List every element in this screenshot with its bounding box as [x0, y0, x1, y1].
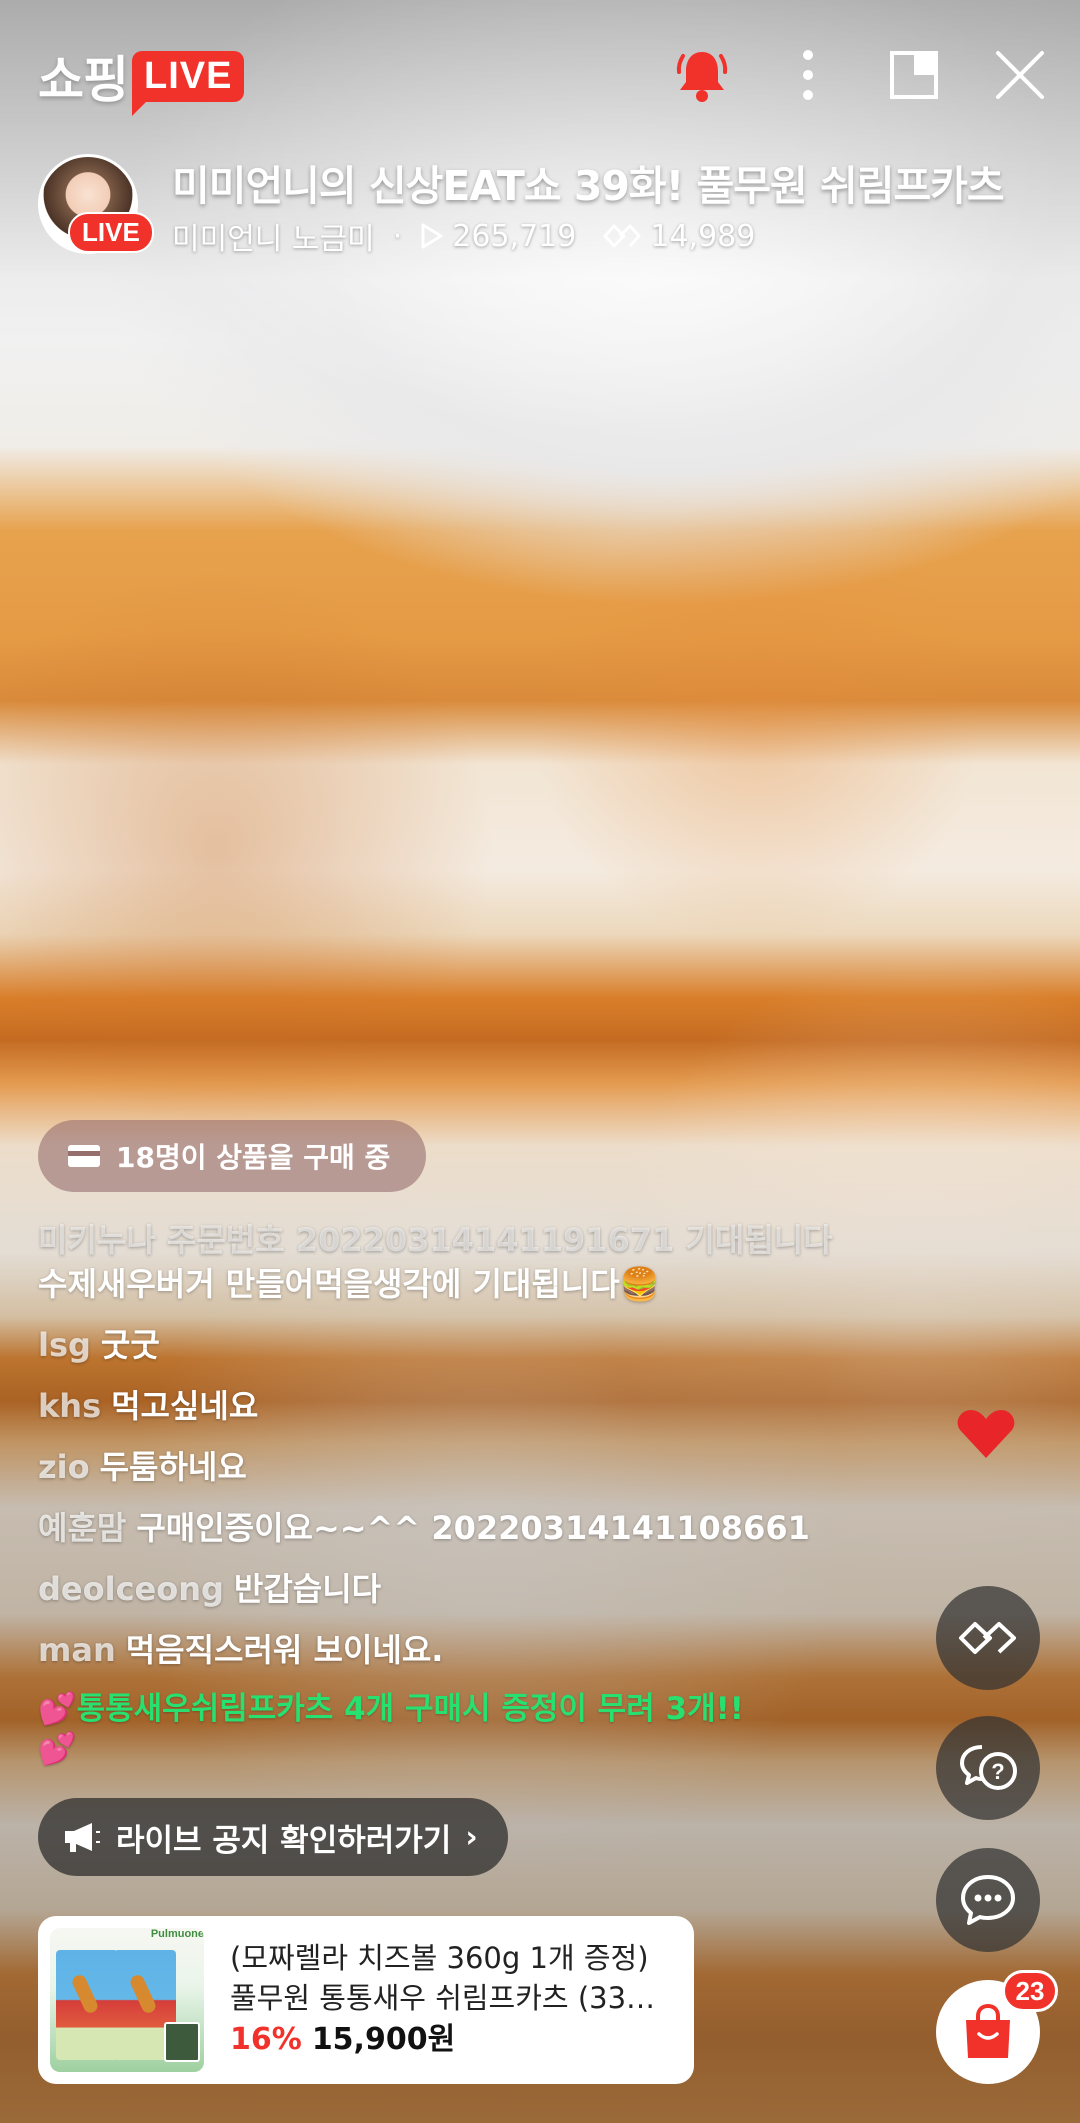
- shopping-live-logo: 쇼핑 LIVE: [38, 40, 245, 116]
- heart-icon: [956, 1408, 1016, 1464]
- meta-separator: ·: [392, 218, 403, 254]
- chat-user: zio: [38, 1448, 90, 1486]
- chat-message: 수제새우버거 만들어먹을생각에 기대됩니다🍔: [38, 1262, 918, 1306]
- buying-now-text: 18명이 상품을 구매 중: [116, 1141, 391, 1174]
- shopping-bag-icon: [966, 2004, 1010, 2058]
- avatar-live-badge: LIVE: [68, 212, 154, 253]
- logo-live-badge: LIVE: [132, 50, 245, 116]
- chat-message: zio 두툼하네요: [38, 1445, 918, 1489]
- chat-message: khs 먹고싶네요: [38, 1384, 918, 1428]
- close-icon[interactable]: [990, 42, 1050, 108]
- chat-text: 먹음직스러워 보이네요.: [125, 1631, 444, 1669]
- chat-message: man 먹음직스러워 보이네요.: [38, 1628, 918, 1672]
- chat-text: 구매인증이요~~^^ 20220314141108661: [136, 1509, 810, 1547]
- broadcast-meta: 미미언니 노금미 · 265,719 14,989: [172, 214, 781, 258]
- bonus-item-image: [164, 2022, 200, 2062]
- picture-in-picture-icon[interactable]: [884, 42, 944, 108]
- discount-rate: 16%: [230, 2022, 302, 2057]
- cart-count-badge: 23: [1002, 1970, 1058, 2012]
- chevron-right-icon: ›: [465, 1819, 478, 1855]
- price-row: 16% 15,900원: [230, 2018, 655, 2062]
- product-thumbnail: Pulmuone: [50, 1928, 204, 2072]
- like-hands-icon: [959, 1622, 1016, 1654]
- live-chat: 미키누나 주문번호 20220314141191671 기대됩니다 수제새우버거…: [38, 1218, 918, 1769]
- megaphone-icon: [65, 1823, 100, 1852]
- like-count: 14,989: [602, 219, 755, 254]
- more-vertical-icon[interactable]: [778, 42, 838, 108]
- view-count-value: 265,719: [452, 218, 577, 254]
- chat-text: 먹고싶네요: [111, 1387, 259, 1425]
- chat-text: 수제새우버거 만들어먹을생각에 기대됩니다🍔: [38, 1265, 660, 1303]
- top-actions: [626, 42, 1050, 108]
- product-info: (모짜렐라 치즈볼 360g 1개 증정) 풀무원 통통새우 쉬림프카츠 (33…: [230, 1938, 655, 2062]
- product-price: 15,900원: [311, 2022, 456, 2057]
- chat-user: lsg: [38, 1326, 91, 1364]
- live-announcement-button[interactable]: 라이브 공지 확인하러가기 ›: [38, 1798, 508, 1876]
- card-icon: [68, 1145, 100, 1167]
- chat-user: man: [38, 1631, 116, 1669]
- play-icon: [421, 223, 443, 249]
- svg-text:?: ?: [991, 1759, 1004, 1784]
- promo-notice: 💕통통새우쉬림프카츠 4개 구매시 증정이 무려 3개!! 💕: [38, 1689, 918, 1769]
- host-name[interactable]: 미미언니 노금미: [172, 214, 375, 258]
- product-name: 풀무원 통통새우 쉬림프카츠 (33…: [230, 1981, 656, 2015]
- chat-button[interactable]: [936, 1848, 1040, 1952]
- chat-user: khs: [38, 1387, 102, 1425]
- chat-text: 굿굿: [100, 1326, 160, 1364]
- view-count: 265,719: [420, 219, 576, 254]
- hearts-emoji: 💕: [38, 1731, 77, 1767]
- product-subtitle: (모짜렐라 치즈볼 360g 1개 증정): [230, 1941, 649, 1975]
- announcement-label: 라이브 공지 확인하러가기: [116, 1822, 452, 1859]
- chat-message: 미키누나 주문번호 20220314141191671 기대됩니다: [38, 1218, 918, 1262]
- promo-notice-text: 통통새우쉬림프카츠 4개 구매시 증정이 무려 3개!!: [76, 1691, 744, 1727]
- logo-text: 쇼핑: [38, 51, 129, 109]
- chat-user: 예훈맘: [38, 1509, 127, 1547]
- like-button[interactable]: [936, 1586, 1040, 1690]
- chat-message: 예훈맘 구매인증이요~~^^ 20220314141108661: [38, 1506, 918, 1550]
- brand-logo: Pulmuone: [150, 1928, 204, 1940]
- buying-now-notice: 18명이 상품을 구매 중: [38, 1120, 426, 1192]
- product-card[interactable]: Pulmuone (모짜렐라 치즈볼 360g 1개 증정) 풀무원 통통새우 …: [38, 1916, 694, 2084]
- chat-text: 두툼하네요: [99, 1448, 247, 1486]
- broadcast-title: 미미언니의 신상EAT쇼 39화! 풀무원 쉬림프카츠: [172, 162, 1005, 210]
- qna-button[interactable]: ?: [936, 1716, 1040, 1820]
- chat-message: lsg 굿굿: [38, 1323, 918, 1367]
- chat-icon: [961, 1875, 1015, 1925]
- chat-user: deolceong: [38, 1570, 224, 1608]
- hearts-emoji: 💕: [38, 1691, 77, 1727]
- like-count-value: 14,989: [650, 218, 756, 254]
- chat-message: deolceong 반갑습니다: [38, 1567, 918, 1611]
- chat-text: 반갑습니다: [233, 1570, 382, 1608]
- like-hands-icon: [603, 224, 641, 248]
- question-chat-icon: ?: [960, 1745, 1017, 1790]
- chat-text: 미키누나 주문번호 20220314141191671 기대됩니다: [38, 1221, 833, 1259]
- bell-icon[interactable]: [672, 42, 732, 108]
